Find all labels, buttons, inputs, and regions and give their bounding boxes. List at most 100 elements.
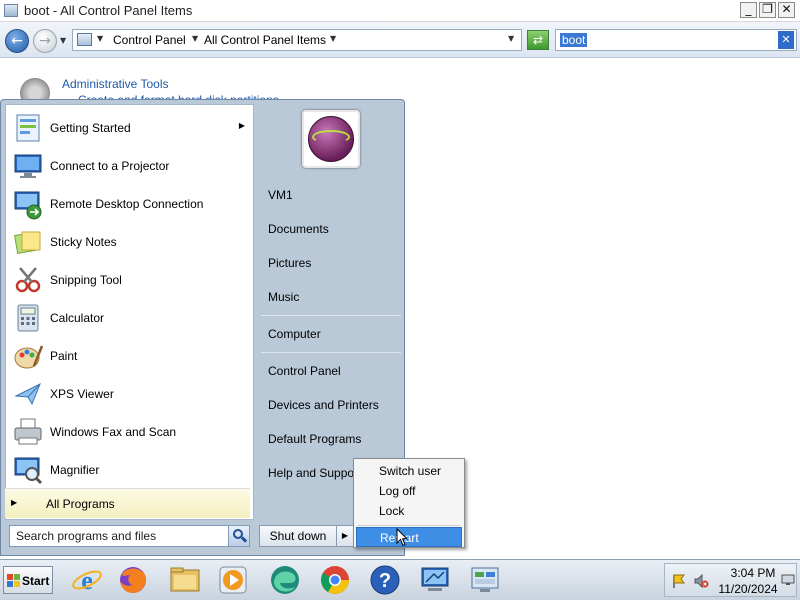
- paint-icon: [14, 345, 44, 369]
- clear-search-icon[interactable]: ✕: [778, 31, 794, 49]
- log-off-item[interactable]: Log off: [356, 481, 462, 501]
- program-label: Sticky Notes: [50, 235, 117, 249]
- internet-explorer-icon[interactable]: e: [70, 563, 104, 597]
- lock-item[interactable]: Lock: [356, 501, 462, 521]
- start-button[interactable]: Start: [3, 566, 53, 594]
- chrome-icon[interactable]: [318, 563, 352, 597]
- back-button[interactable]: ←: [5, 29, 29, 53]
- program-remote-desktop[interactable]: Remote Desktop Connection: [6, 185, 253, 223]
- address-bar[interactable]: ▼ Control Panel ▼ All Control Panel Item…: [72, 29, 522, 51]
- control-panel-icon[interactable]: [468, 563, 502, 597]
- file-explorer-icon[interactable]: [168, 563, 202, 597]
- breadcrumb-all-items[interactable]: All Control Panel Items: [204, 33, 326, 47]
- xps-viewer-icon: [14, 382, 41, 406]
- minimize-button[interactable]: _: [740, 2, 757, 18]
- program-sticky-notes[interactable]: Sticky Notes: [6, 223, 253, 261]
- windows-logo-icon: [7, 574, 20, 587]
- program-xps-viewer[interactable]: XPS Viewer: [6, 375, 253, 413]
- start-menu: Getting Started ▶ Connect to a Projector…: [0, 99, 405, 556]
- calculator-icon: [17, 304, 39, 332]
- window-titlebar: boot - All Control Panel Items _ ❐ ✕: [0, 0, 800, 22]
- administrative-tools-link[interactable]: Administrative Tools: [62, 77, 169, 91]
- computer-link[interactable]: Computer: [268, 327, 321, 341]
- switch-user-item[interactable]: Switch user: [356, 461, 462, 481]
- getting-started-icon: [16, 114, 40, 142]
- program-label: Getting Started: [50, 121, 131, 135]
- sticky-notes-icon: [13, 231, 41, 255]
- close-button[interactable]: ✕: [778, 2, 795, 18]
- forward-button[interactable]: →: [33, 29, 57, 53]
- program-label: Connect to a Projector: [50, 159, 170, 173]
- notification-area: 3:04 PM 11/20/2024: [664, 563, 797, 597]
- divider: [261, 352, 401, 353]
- remote-desktop-icon: [14, 191, 42, 220]
- pictures-link[interactable]: Pictures: [268, 256, 311, 270]
- program-label: Magnifier: [50, 463, 100, 477]
- svg-text:e: e: [81, 566, 93, 595]
- submenu-arrow-icon: ▶: [238, 121, 245, 130]
- shutdown-options-arrow-icon[interactable]: ▶: [336, 525, 354, 547]
- search-query-text: boot: [560, 33, 588, 47]
- documents-link[interactable]: Documents: [268, 222, 329, 236]
- media-player-icon[interactable]: [216, 563, 250, 597]
- clock-time[interactable]: 3:04 PM: [729, 566, 777, 580]
- show-desktop-icon[interactable]: [781, 574, 795, 586]
- program-label: Paint: [50, 349, 78, 363]
- taskbar: Start e ? 3:04 PM 11/20/2024: [0, 559, 800, 600]
- help-icon[interactable]: ?: [368, 563, 402, 597]
- program-paint[interactable]: Paint: [6, 337, 253, 375]
- program-connect-projector[interactable]: Connect to a Projector: [6, 147, 253, 185]
- program-label: Remote Desktop Connection: [50, 197, 204, 211]
- svg-text:?: ?: [379, 570, 391, 592]
- breadcrumb-control-panel[interactable]: Control Panel: [113, 33, 186, 47]
- address-history-chevron-icon[interactable]: ▼: [508, 34, 514, 43]
- program-getting-started[interactable]: Getting Started ▶: [6, 109, 253, 147]
- search-icon[interactable]: [228, 525, 250, 547]
- fax-scan-icon: [14, 418, 42, 445]
- default-programs-link[interactable]: Default Programs: [268, 432, 361, 446]
- program-fax-scan[interactable]: Windows Fax and Scan: [6, 413, 253, 451]
- shutdown-button[interactable]: Shut down: [259, 525, 337, 547]
- program-label: Windows Fax and Scan: [50, 425, 177, 439]
- divider: [358, 525, 460, 526]
- restore-button[interactable]: ❐: [759, 2, 776, 18]
- all-programs-label: All Programs: [46, 497, 115, 511]
- program-calculator[interactable]: Calculator: [6, 299, 253, 337]
- help-support-link[interactable]: Help and Suppo: [268, 466, 354, 480]
- control-panel-window-icon: [4, 4, 18, 17]
- programs-list: Getting Started ▶ Connect to a Projector…: [5, 104, 254, 520]
- restart-item[interactable]: Restart: [356, 527, 462, 547]
- program-label: Calculator: [50, 311, 105, 325]
- edge-icon[interactable]: [268, 563, 302, 597]
- user-folder-link[interactable]: VM1: [268, 188, 293, 202]
- program-label: XPS Viewer: [50, 387, 114, 401]
- recent-pages-chevron-icon[interactable]: ▼: [60, 36, 66, 45]
- program-label: Snipping Tool: [50, 273, 122, 287]
- program-magnifier[interactable]: Magnifier: [6, 451, 253, 489]
- start-search-input[interactable]: Search programs and files: [9, 525, 229, 547]
- action-center-flag-icon[interactable]: [671, 573, 687, 589]
- control-panel-icon: [77, 33, 92, 46]
- snipping-tool-icon: [15, 267, 41, 293]
- chevron-down-icon[interactable]: ▼: [330, 34, 336, 43]
- clock-date[interactable]: 11/20/2024: [713, 582, 783, 596]
- remote-desktop-icon[interactable]: [418, 563, 452, 597]
- shutdown-options-menu: Switch user Log off Lock Restart: [353, 458, 465, 548]
- chevron-down-icon[interactable]: ▼: [97, 34, 103, 43]
- devices-printers-link[interactable]: Devices and Printers: [268, 398, 379, 412]
- program-snipping-tool[interactable]: Snipping Tool: [6, 261, 253, 299]
- magnifier-icon: [14, 457, 43, 485]
- volume-muted-icon[interactable]: [693, 573, 709, 589]
- chevron-down-icon[interactable]: ▼: [192, 34, 198, 43]
- all-programs-button[interactable]: ▶ All Programs: [5, 488, 250, 518]
- navigation-bar: ← → ▼ ▼ Control Panel ▼ All Control Pane…: [0, 22, 800, 58]
- projector-icon: [14, 154, 42, 178]
- music-link[interactable]: Music: [268, 290, 299, 304]
- control-panel-link[interactable]: Control Panel: [268, 364, 341, 378]
- firefox-icon[interactable]: [116, 563, 150, 597]
- search-input[interactable]: boot ✕: [555, 29, 797, 51]
- window-title: boot - All Control Panel Items: [24, 3, 193, 18]
- divider: [261, 315, 401, 316]
- refresh-button[interactable]: ⇄: [527, 30, 549, 50]
- user-picture[interactable]: [302, 110, 360, 168]
